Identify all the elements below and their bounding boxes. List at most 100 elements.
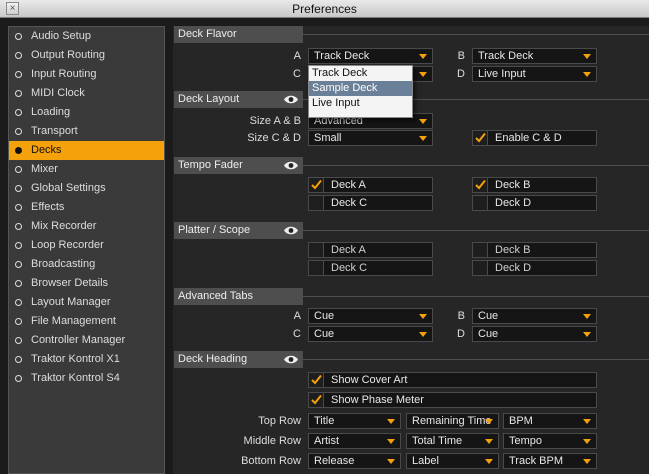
tempo-fader-deck-c-checkbox[interactable]: Deck C	[308, 195, 433, 211]
checkbox-label: Deck B	[495, 179, 531, 191]
eye-icon[interactable]	[283, 94, 299, 105]
sidebar-item-audio-setup[interactable]: Audio Setup	[9, 27, 164, 46]
advanced-tab-c-dropdown[interactable]: Cue	[308, 326, 433, 342]
deck-a-flavor-dropdown[interactable]: Track Deck	[308, 48, 433, 64]
sidebar-item-mix-recorder[interactable]: Mix Recorder	[9, 217, 164, 236]
section-header: Tempo Fader	[173, 157, 649, 174]
sidebar-item-midi-clock[interactable]: MIDI Clock	[9, 84, 164, 103]
sidebar-item-decks[interactable]: Decks	[9, 141, 164, 160]
section-title: Advanced Tabs	[174, 288, 303, 305]
bottom-row-field-2-dropdown[interactable]: Label	[406, 453, 499, 469]
tempo-fader-deck-a-checkbox[interactable]: Deck A	[308, 177, 433, 193]
checkbox-box	[473, 196, 488, 210]
middle-row-label: Middle Row	[243, 435, 301, 447]
dropdown-arrow-icon	[419, 136, 427, 141]
advanced-tab-a-dropdown[interactable]: Cue	[308, 308, 433, 324]
preferences-sidebar: Audio Setup Output Routing Input Routing…	[8, 26, 165, 474]
checkbox-box	[473, 243, 488, 257]
sidebar-item-mixer[interactable]: Mixer	[9, 160, 164, 179]
radio-dot-icon	[15, 90, 22, 97]
checkbox-box	[473, 131, 488, 145]
sidebar-item-broadcasting[interactable]: Broadcasting	[9, 255, 164, 274]
sidebar-item-effects[interactable]: Effects	[9, 198, 164, 217]
sidebar-item-global-settings[interactable]: Global Settings	[9, 179, 164, 198]
bottom-row-label: Bottom Row	[241, 455, 301, 467]
sidebar-item-label: Traktor Kontrol X1	[31, 353, 120, 365]
tempo-fader-section: Tempo Fader Deck A Deck B Deck C Deck D	[173, 157, 649, 213]
sidebar-item-input-routing[interactable]: Input Routing	[9, 65, 164, 84]
platter-deck-a-checkbox[interactable]: Deck A	[308, 242, 433, 258]
platter-deck-c-checkbox[interactable]: Deck C	[308, 260, 433, 276]
top-row-field-1-dropdown[interactable]: Title	[308, 413, 401, 429]
dropdown-value: Cue	[314, 310, 335, 322]
enable-cd-checkbox[interactable]: Enable C & D	[472, 130, 597, 146]
checkbox-box	[309, 196, 324, 210]
dropdown-value: BPM	[509, 415, 533, 427]
dropdown-arrow-icon	[419, 54, 427, 59]
sidebar-item-loop-recorder[interactable]: Loop Recorder	[9, 236, 164, 255]
size-cd-dropdown[interactable]: Small	[308, 130, 433, 146]
sidebar-item-transport[interactable]: Transport	[9, 122, 164, 141]
sidebar-item-label: Loop Recorder	[31, 239, 104, 251]
eye-icon[interactable]	[283, 354, 299, 365]
tempo-fader-deck-d-checkbox[interactable]: Deck D	[472, 195, 597, 211]
section-divider	[303, 359, 649, 360]
top-row-field-2-dropdown[interactable]: Remaining Time	[406, 413, 499, 429]
deck-d-flavor-dropdown[interactable]: Live Input	[472, 66, 597, 82]
eye-icon[interactable]	[283, 225, 299, 236]
platter-deck-d-checkbox[interactable]: Deck D	[472, 260, 597, 276]
checkmark-icon	[311, 179, 322, 190]
deck-b-flavor-dropdown[interactable]: Track Deck	[472, 48, 597, 64]
size-cd-label: Size C & D	[247, 132, 301, 144]
size-ab-label: Size A & B	[249, 115, 301, 127]
sidebar-item-layout-manager[interactable]: Layout Manager	[9, 293, 164, 312]
dropdown-arrow-icon	[419, 72, 427, 77]
sidebar-item-output-routing[interactable]: Output Routing	[9, 46, 164, 65]
section-title: Deck Flavor	[174, 26, 303, 43]
platter-deck-b-checkbox[interactable]: Deck B	[472, 242, 597, 258]
popup-option-sample-deck[interactable]: Sample Deck	[309, 81, 412, 96]
sidebar-item-file-management[interactable]: File Management	[9, 312, 164, 331]
popup-option-track-deck[interactable]: Track Deck	[309, 66, 412, 81]
show-phase-meter-checkbox[interactable]: Show Phase Meter	[308, 392, 597, 408]
eye-icon[interactable]	[283, 160, 299, 171]
advanced-tab-d-dropdown[interactable]: Cue	[472, 326, 597, 342]
dropdown-value: Cue	[478, 328, 499, 340]
sidebar-item-traktor-kontrol-s4[interactable]: Traktor Kontrol S4	[9, 369, 164, 388]
bottom-row-field-1-dropdown[interactable]: Release	[308, 453, 401, 469]
middle-row-field-2-dropdown[interactable]: Total Time	[406, 433, 499, 449]
checkbox-label: Enable C & D	[495, 132, 562, 144]
checkbox-label: Deck A	[331, 179, 366, 191]
window-title-bar: × Preferences	[0, 0, 649, 18]
dropdown-arrow-icon	[583, 54, 591, 59]
sidebar-item-label: Loading	[31, 106, 71, 118]
sidebar-item-label: Broadcasting	[31, 258, 96, 270]
dropdown-arrow-icon	[387, 419, 395, 424]
dropdown-value: Cue	[478, 310, 499, 322]
top-row-field-3-dropdown[interactable]: BPM	[503, 413, 597, 429]
section-divider	[303, 165, 649, 166]
radio-dot-icon	[15, 223, 22, 230]
sidebar-item-loading[interactable]: Loading	[9, 103, 164, 122]
tempo-fader-deck-b-checkbox[interactable]: Deck B	[472, 177, 597, 193]
radio-dot-icon	[15, 52, 22, 59]
popup-option-live-input[interactable]: Live Input	[309, 96, 412, 111]
checkmark-icon	[475, 132, 486, 143]
dropdown-value: Release	[314, 455, 355, 467]
radio-dot-icon	[15, 318, 22, 325]
dropdown-arrow-icon	[387, 439, 395, 444]
show-cover-art-checkbox[interactable]: Show Cover Art	[308, 372, 597, 388]
deck-c-label: C	[293, 68, 301, 80]
radio-dot-icon	[15, 242, 22, 249]
sidebar-item-traktor-kontrol-x1[interactable]: Traktor Kontrol X1	[9, 350, 164, 369]
sidebar-item-controller-manager[interactable]: Controller Manager	[9, 331, 164, 350]
middle-row-field-1-dropdown[interactable]: Artist	[308, 433, 401, 449]
advanced-tab-b-dropdown[interactable]: Cue	[472, 308, 597, 324]
middle-row-field-3-dropdown[interactable]: Tempo	[503, 433, 597, 449]
checkmark-icon	[311, 374, 322, 385]
bottom-row-field-3-dropdown[interactable]: Track BPM	[503, 453, 597, 469]
sidebar-item-label: MIDI Clock	[31, 87, 85, 99]
radio-dot-icon	[15, 375, 22, 382]
sidebar-item-browser-details[interactable]: Browser Details	[9, 274, 164, 293]
deck-b-label: B	[457, 50, 465, 62]
